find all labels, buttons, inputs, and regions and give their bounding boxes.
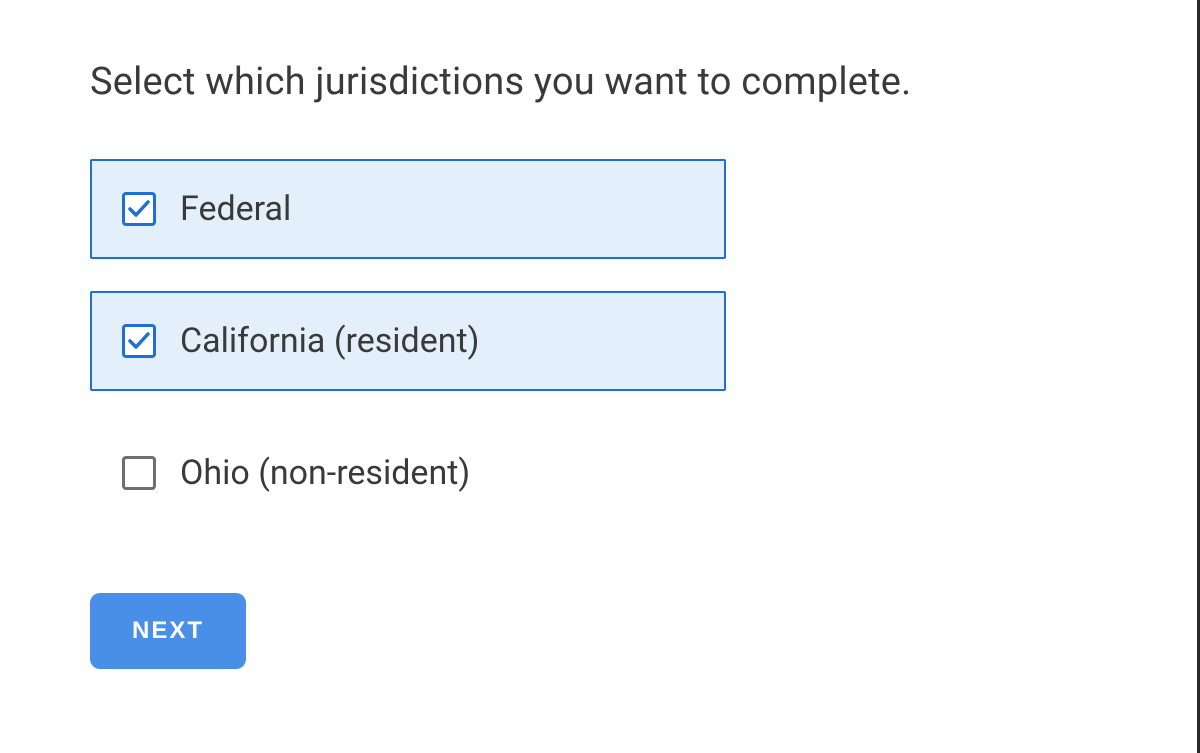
option-list: Federal California (resident) Ohio (non-… bbox=[90, 159, 1107, 523]
option-label: California (resident) bbox=[180, 321, 480, 361]
option-label: Federal bbox=[180, 189, 291, 229]
option-label: Ohio (non-resident) bbox=[180, 453, 470, 493]
checkmark-icon bbox=[128, 332, 150, 350]
next-button[interactable]: NEXT bbox=[90, 593, 246, 669]
checkbox-california[interactable] bbox=[122, 324, 156, 358]
option-federal[interactable]: Federal bbox=[90, 159, 726, 259]
jurisdiction-form: Select which jurisdictions you want to c… bbox=[0, 0, 1197, 729]
option-california[interactable]: California (resident) bbox=[90, 291, 726, 391]
option-ohio[interactable]: Ohio (non-resident) bbox=[90, 423, 726, 523]
checkbox-federal[interactable] bbox=[122, 192, 156, 226]
page-heading: Select which jurisdictions you want to c… bbox=[90, 60, 1107, 104]
checkbox-ohio[interactable] bbox=[122, 456, 156, 490]
checkmark-icon bbox=[128, 200, 150, 218]
